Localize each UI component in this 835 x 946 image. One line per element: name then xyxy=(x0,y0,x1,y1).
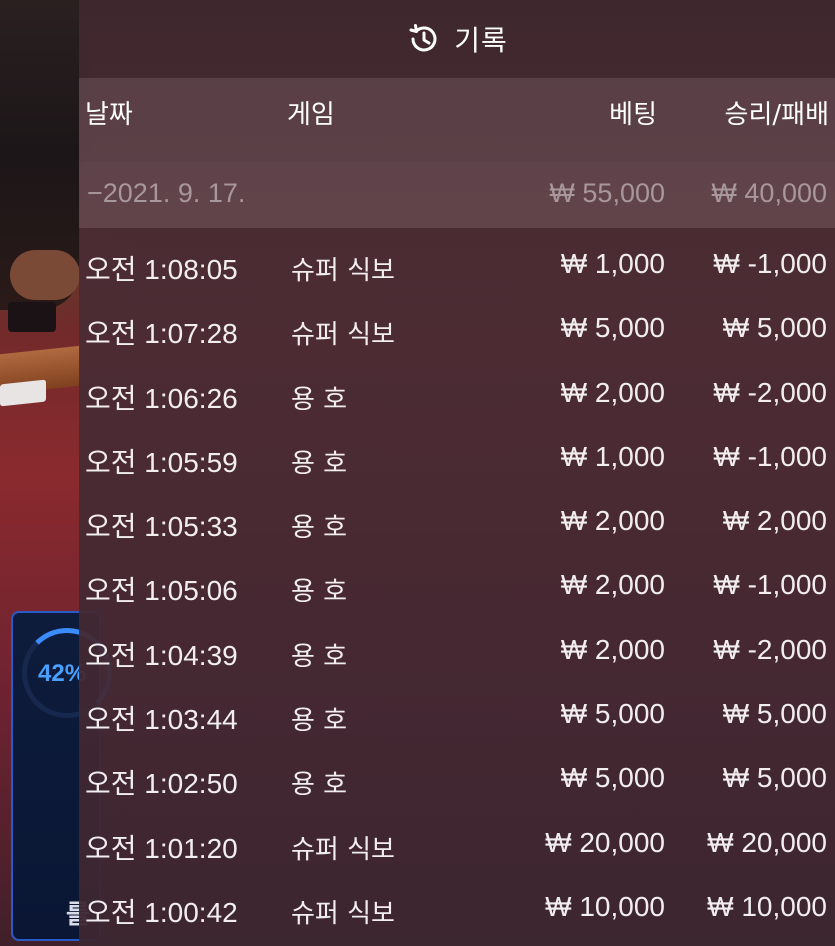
history-row[interactable]: 오전 1:04:39 용 호 ₩ 2,000 ₩ -2,000 xyxy=(79,622,835,686)
row-result: ₩ 5,000 xyxy=(722,312,827,344)
row-time: 오전 1:03:44 xyxy=(85,704,238,736)
history-row[interactable]: 오전 1:06:26 용 호 ₩ 2,000 ₩ -2,000 xyxy=(79,365,835,429)
row-bet: ₩ 2,000 xyxy=(560,376,665,408)
row-bet: ₩ 10,000 xyxy=(545,890,665,922)
row-bet: ₩ 20,000 xyxy=(545,826,665,858)
row-time: 오전 1:08:05 xyxy=(85,254,238,285)
history-row[interactable]: 오전 1:08:05 슈퍼 식보 ₩ 1,000 ₩ -1,000 xyxy=(79,236,835,300)
row-game: 용 호 xyxy=(291,448,348,479)
row-bet: ₩ 2,000 xyxy=(560,633,665,665)
row-time: 오전 1:06:26 xyxy=(85,382,238,414)
row-result: ₩ -1,000 xyxy=(713,440,827,472)
row-game: 용 호 xyxy=(291,641,348,672)
row-time: 오전 1:05:59 xyxy=(85,446,238,478)
row-result: ₩ 20,000 xyxy=(707,826,827,858)
history-row[interactable]: 오전 1:02:50 용 호 ₩ 5,000 ₩ 5,000 xyxy=(79,750,835,814)
date-group-row[interactable]: −2021. 9. 17. ₩ 55,000 ₩ 40,000 xyxy=(79,162,835,228)
date-group-label: −2021. 9. 17. xyxy=(87,178,246,208)
row-bet: ₩ 1,000 xyxy=(560,440,665,472)
row-game: 슈퍼 식보 xyxy=(291,256,395,286)
column-header-win-loss: 승리/패배 xyxy=(724,100,829,130)
row-game: 용 호 xyxy=(291,384,348,415)
row-game: 슈퍼 식보 xyxy=(291,898,395,929)
row-bet: ₩ 2,000 xyxy=(560,505,665,537)
history-row[interactable]: 오전 1:05:59 용 호 ₩ 1,000 ₩ -1,000 xyxy=(79,429,835,493)
column-header-game: 게임 xyxy=(287,100,335,130)
date-group-bet-total: ₩ 55,000 xyxy=(549,178,665,208)
column-header-row: 날짜 게임 베팅 승리/패배 xyxy=(79,78,835,162)
panel-header: 기록 xyxy=(79,0,835,78)
history-panel: 기록 날짜 게임 베팅 승리/패배 −2021. 9. 17. ₩ 55,000… xyxy=(79,0,835,946)
row-game: 용 호 xyxy=(291,513,348,544)
dealer-hand xyxy=(10,250,80,300)
card-shoe xyxy=(8,302,56,332)
row-game: 슈퍼 식보 xyxy=(291,320,395,351)
row-time: 오전 1:02:50 xyxy=(85,768,238,800)
row-result: ₩ 2,000 xyxy=(722,505,827,537)
row-game: 용 호 xyxy=(291,577,348,608)
row-time: 오전 1:00:42 xyxy=(85,896,238,928)
panel-title: 기록 xyxy=(454,24,508,57)
row-result: ₩ 10,000 xyxy=(707,890,827,922)
row-bet: ₩ 2,000 xyxy=(560,569,665,601)
row-result: ₩ -2,000 xyxy=(713,633,827,665)
history-row[interactable]: 오전 1:07:28 슈퍼 식보 ₩ 5,000 ₩ 5,000 xyxy=(79,300,835,364)
date-group-win-total: ₩ 40,000 xyxy=(711,178,827,208)
history-row[interactable]: 오전 1:05:33 용 호 ₩ 2,000 ₩ 2,000 xyxy=(79,493,835,557)
row-bet: ₩ 5,000 xyxy=(560,698,665,730)
row-result: ₩ 5,000 xyxy=(722,762,827,794)
row-bet: ₩ 5,000 xyxy=(560,312,665,344)
row-result: ₩ -1,000 xyxy=(713,248,827,279)
history-list: 오전 1:08:05 슈퍼 식보 ₩ 1,000 ₩ -1,000 오전 1:0… xyxy=(79,236,835,943)
row-time: 오전 1:05:06 xyxy=(85,575,238,607)
row-bet: ₩ 5,000 xyxy=(560,762,665,794)
row-game: 용 호 xyxy=(291,706,348,737)
history-row[interactable]: 오전 1:05:06 용 호 ₩ 2,000 ₩ -1,000 xyxy=(79,557,835,621)
row-game: 용 호 xyxy=(291,770,348,801)
row-result: ₩ -1,000 xyxy=(713,569,827,601)
history-row[interactable]: 오전 1:03:44 용 호 ₩ 5,000 ₩ 5,000 xyxy=(79,686,835,750)
history-row[interactable]: 오전 1:00:42 슈퍼 식보 ₩ 10,000 ₩ 10,000 xyxy=(79,879,835,943)
row-time: 오전 1:01:20 xyxy=(85,832,238,864)
row-result: ₩ 5,000 xyxy=(722,698,827,730)
history-row[interactable]: 오전 1:01:20 슈퍼 식보 ₩ 20,000 ₩ 20,000 xyxy=(79,815,835,879)
row-time: 오전 1:05:33 xyxy=(85,511,238,543)
column-header-bet: 베팅 xyxy=(609,100,657,130)
row-result: ₩ -2,000 xyxy=(713,376,827,408)
row-time: 오전 1:07:28 xyxy=(85,318,238,350)
row-time: 오전 1:04:39 xyxy=(85,639,238,671)
history-icon xyxy=(406,22,440,56)
column-header-date: 날짜 xyxy=(85,100,133,130)
row-game: 슈퍼 식보 xyxy=(291,834,395,865)
row-bet: ₩ 1,000 xyxy=(560,248,665,279)
